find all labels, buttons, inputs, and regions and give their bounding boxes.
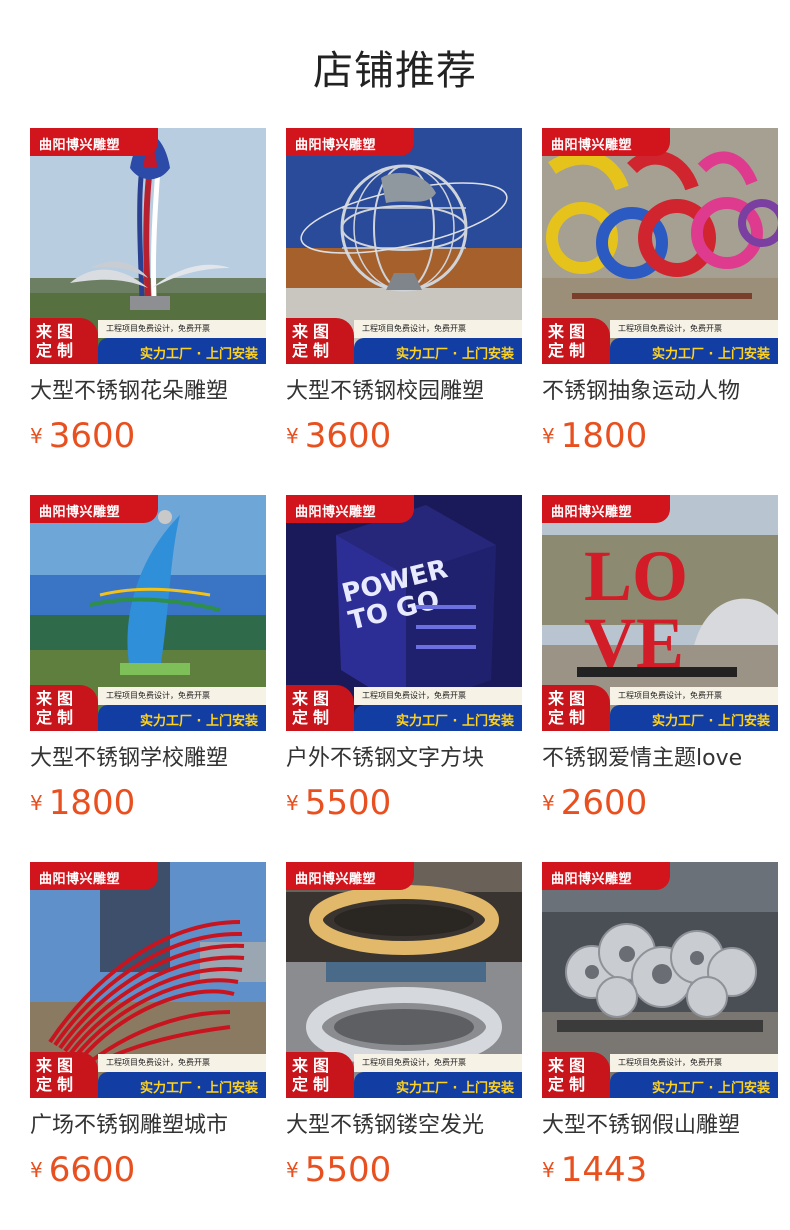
product-image[interactable]: 曲阳博兴雕塑 来图 定制 工程项目免费设计，免费开票 实力工厂 · 上门安装	[30, 128, 266, 364]
product-price: ¥3600	[286, 416, 392, 456]
promo-badge: 来图 定制 工程项目免费设计，免费开票 实力工厂 · 上门安装	[286, 318, 522, 364]
brand-tag: 曲阳博兴雕塑	[30, 862, 158, 890]
product-image[interactable]: 曲阳博兴雕塑 来图 定制 工程项目免费设计，免费开票 实力工厂 · 上门安装	[30, 862, 266, 1098]
product-image[interactable]: POWER TO GO 曲阳博兴雕塑 来图 定制 工程项目免费设计，免费开票 实力…	[286, 495, 522, 731]
promo-badge: 来图 定制 工程项目免费设计，免费开票 实力工厂 · 上门安装	[542, 318, 778, 364]
product-name[interactable]: 不锈钢爱情主题love	[542, 743, 778, 777]
product-image[interactable]: LO VE 曲阳博兴雕塑 来图 定制 工程项目免费设计，免费开票 实力工厂 · 上…	[542, 495, 778, 731]
product-image[interactable]: 曲阳博兴雕塑 来图 定制 工程项目免费设计，免费开票 实力工厂 · 上门安装	[542, 128, 778, 364]
product-price: ¥1800	[542, 416, 648, 456]
product-image[interactable]: 曲阳博兴雕塑 来图 定制 工程项目免费设计，免费开票 实力工厂 · 上门安装	[286, 128, 522, 364]
product-name[interactable]: 广场不锈钢雕塑城市	[30, 1110, 266, 1144]
product-image[interactable]: 曲阳博兴雕塑 来图 定制 工程项目免费设计，免费开票 实力工厂 · 上门安装	[542, 862, 778, 1098]
product-name[interactable]: 不锈钢抽象运动人物	[542, 376, 778, 410]
brand-tag: 曲阳博兴雕塑	[286, 862, 414, 890]
promo-badge: 来图 定制 工程项目免费设计，免费开票 实力工厂 · 上门安装	[542, 685, 778, 731]
brand-tag: 曲阳博兴雕塑	[286, 495, 414, 523]
promo-badge: 来图 定制 工程项目免费设计，免费开票 实力工厂 · 上门安装	[30, 685, 266, 731]
product-price: ¥5500	[286, 1150, 392, 1190]
product-name[interactable]: 大型不锈钢花朵雕塑	[30, 376, 266, 410]
product-price: ¥2600	[542, 783, 648, 823]
product-price: ¥1443	[542, 1150, 648, 1190]
brand-tag: 曲阳博兴雕塑	[542, 862, 670, 890]
product-name[interactable]: 大型不锈钢镂空发光	[286, 1110, 522, 1144]
promo-badge: 来图 定制 工程项目免费设计，免费开票 实力工厂 · 上门安装	[286, 1052, 522, 1098]
promo-badge: 来图 定制 工程项目免费设计，免费开票 实力工厂 · 上门安装	[286, 685, 522, 731]
product-price: ¥3600	[30, 416, 136, 456]
product-name[interactable]: 大型不锈钢校园雕塑	[286, 376, 522, 410]
promo-badge: 来图 定制 工程项目免费设计，免费开票 实力工厂 · 上门安装	[542, 1052, 778, 1098]
brand-tag: 曲阳博兴雕塑	[30, 128, 158, 156]
promo-badge: 来图 定制 工程项目免费设计，免费开票 实力工厂 · 上门安装	[30, 1052, 266, 1098]
product-price: ¥6600	[30, 1150, 136, 1190]
brand-tag: 曲阳博兴雕塑	[542, 128, 670, 156]
product-price: ¥5500	[286, 783, 392, 823]
brand-tag: 曲阳博兴雕塑	[542, 495, 670, 523]
product-name[interactable]: 户外不锈钢文字方块	[286, 743, 522, 777]
brand-tag: 曲阳博兴雕塑	[30, 495, 158, 523]
promo-badge: 来图 定制 工程项目免费设计，免费开票 实力工厂 · 上门安装	[30, 318, 266, 364]
section-title: 店铺推荐	[313, 48, 477, 94]
product-price: ¥1800	[30, 783, 136, 823]
product-name[interactable]: 大型不锈钢学校雕塑	[30, 743, 266, 777]
product-image[interactable]: 曲阳博兴雕塑 来图 定制 工程项目免费设计，免费开票 实力工厂 · 上门安装	[286, 862, 522, 1098]
product-name[interactable]: 大型不锈钢假山雕塑	[542, 1110, 778, 1144]
brand-tag: 曲阳博兴雕塑	[286, 128, 414, 156]
product-image[interactable]: 曲阳博兴雕塑 来图 定制 工程项目免费设计，免费开票 实力工厂 · 上门安装	[30, 495, 266, 731]
